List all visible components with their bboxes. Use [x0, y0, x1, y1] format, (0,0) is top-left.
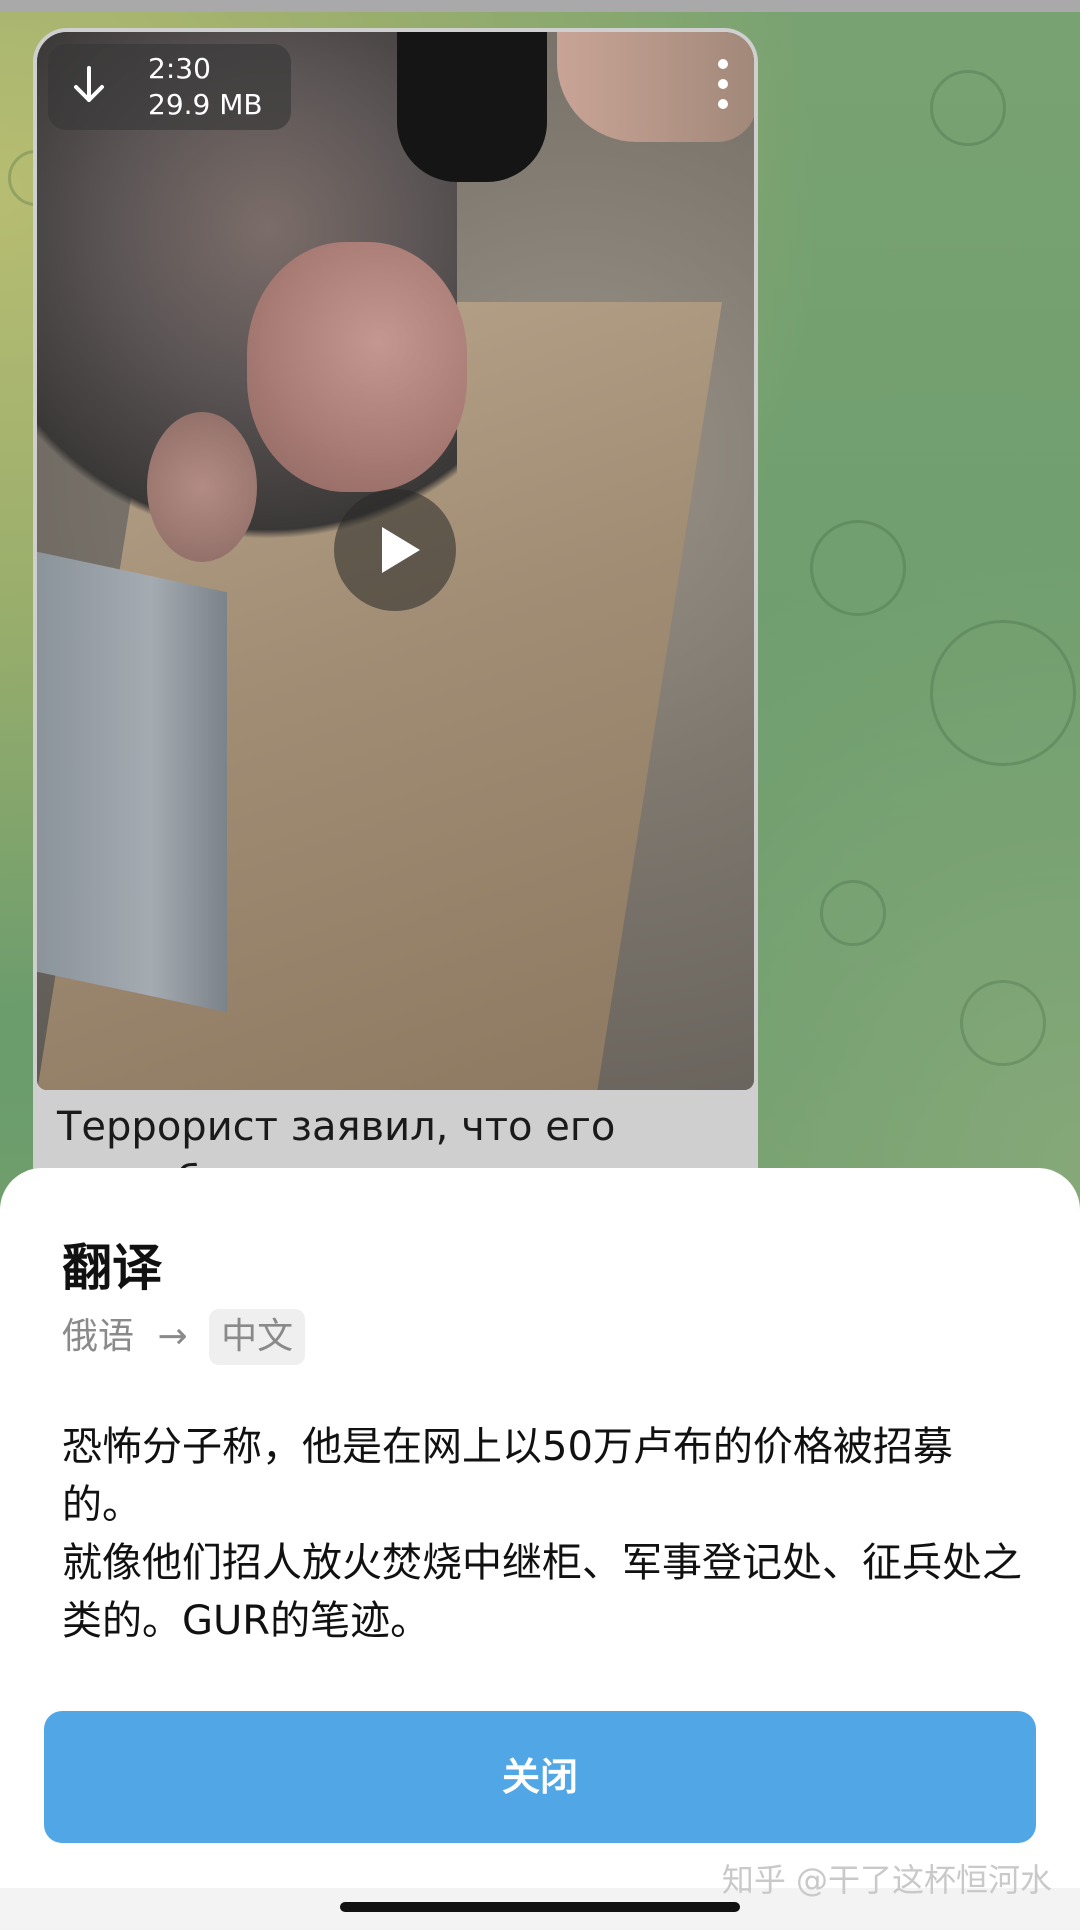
- target-language-button[interactable]: 中文: [209, 1309, 306, 1365]
- language-selector: 俄语 → 中文: [62, 1308, 306, 1365]
- wallpaper-doodle: [930, 620, 1076, 766]
- arrow-right-icon: →: [157, 1316, 188, 1357]
- watermark: 知乎 @干了这杯恒河水: [721, 1861, 1052, 1899]
- video-frame-collar: [37, 551, 227, 1013]
- video-message-bubble[interactable]: 2:30 29.9 MB Террорист заявил, что его з…: [33, 28, 758, 1218]
- video-thumbnail[interactable]: 2:30 29.9 MB: [37, 32, 754, 1090]
- source-language: 俄语: [62, 1316, 135, 1357]
- wallpaper-doodle: [930, 70, 1006, 146]
- video-frame-face: [247, 242, 467, 492]
- play-icon: [382, 527, 420, 573]
- sheet-title: 翻译: [62, 1239, 162, 1297]
- wallpaper-doodle: [810, 520, 906, 616]
- download-status-pill[interactable]: 2:30 29.9 MB: [48, 44, 291, 130]
- play-button[interactable]: [334, 489, 456, 611]
- translation-sheet: 翻译 俄语 → 中文 恐怖分子称，他是在网上以50万卢布的价格被招募的。 就像他…: [0, 1168, 1080, 1888]
- video-duration: 2:30: [148, 52, 211, 85]
- wallpaper-doodle: [960, 980, 1046, 1066]
- download-arrow-icon[interactable]: [64, 60, 114, 110]
- wallpaper-doodle: [820, 880, 886, 946]
- translated-paragraph: 恐怖分子称，他是在网上以50万卢布的价格被招募的。: [62, 1424, 953, 1528]
- video-frame-ear: [147, 412, 257, 562]
- more-vertical-icon[interactable]: [709, 56, 737, 112]
- close-button[interactable]: 关闭: [44, 1711, 1036, 1843]
- video-file-size: 29.9 MB: [148, 88, 263, 121]
- translated-paragraph: 就像他们招人放火焚烧中继柜、军事登记处、征兵处之类的。GUR的笔迹。: [62, 1540, 1022, 1644]
- translated-text: 恐怖分子称，他是在网上以50万卢布的价格被招募的。 就像他们招人放火焚烧中继柜、…: [62, 1418, 1022, 1650]
- video-frame-boot: [397, 32, 547, 182]
- status-bar-edge: [0, 0, 1080, 12]
- home-indicator[interactable]: [340, 1902, 740, 1912]
